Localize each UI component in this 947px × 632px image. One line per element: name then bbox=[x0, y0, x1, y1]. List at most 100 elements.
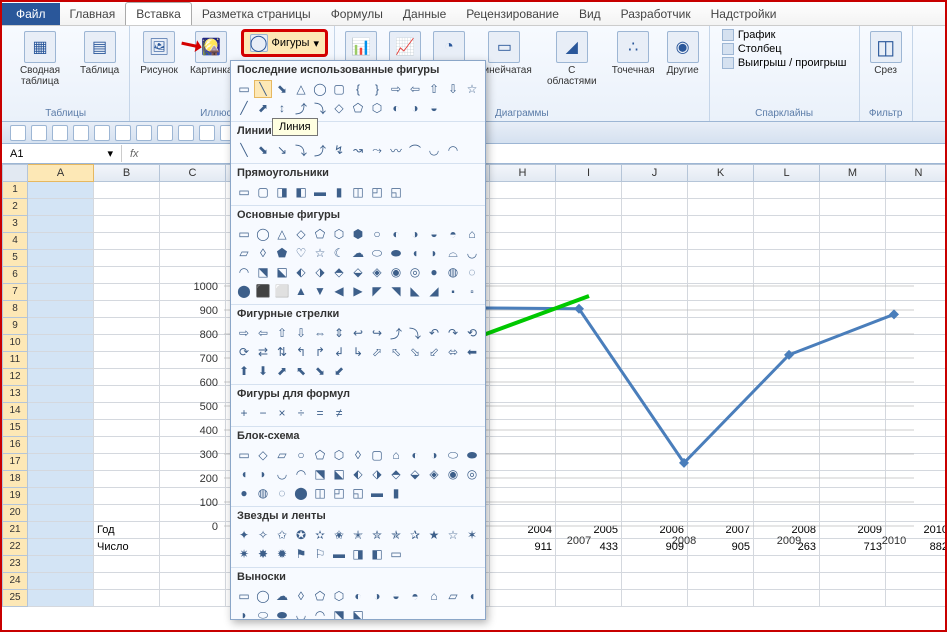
shape-option[interactable]: − bbox=[254, 404, 272, 422]
shape-option[interactable]: ◡ bbox=[425, 141, 443, 159]
cell-C5[interactable] bbox=[160, 250, 226, 267]
cell-B25[interactable] bbox=[94, 590, 160, 607]
column-header-B[interactable]: B bbox=[94, 164, 160, 182]
shape-option[interactable]: ≠ bbox=[330, 404, 348, 422]
shape-option[interactable]: ▼ bbox=[311, 282, 329, 300]
shapes-dropdown[interactable]: Последние использованные фигуры▭╲⬊△◯▢{}⇨… bbox=[230, 60, 486, 620]
row-header-3[interactable]: 3 bbox=[2, 216, 28, 233]
cell-N3[interactable] bbox=[886, 216, 945, 233]
qat-icon[interactable] bbox=[178, 125, 194, 141]
cell-A15[interactable] bbox=[28, 420, 94, 437]
shape-option[interactable]: ◗ bbox=[425, 244, 443, 262]
shape-option[interactable]: ⚐ bbox=[311, 545, 329, 563]
cell-B24[interactable] bbox=[94, 573, 160, 590]
shape-option[interactable]: ⬘ bbox=[387, 465, 405, 483]
shape-option[interactable]: ◑ bbox=[425, 446, 443, 464]
cell-L5[interactable] bbox=[754, 250, 820, 267]
qat-icon[interactable] bbox=[73, 125, 89, 141]
shape-option[interactable]: ◓ bbox=[406, 587, 424, 605]
row-header-8[interactable]: 8 bbox=[2, 301, 28, 318]
shape-option[interactable]: ⬡ bbox=[368, 99, 386, 117]
shape-option[interactable]: ☆ bbox=[463, 80, 481, 98]
shape-option[interactable]: ▮ bbox=[387, 484, 405, 502]
row-header-22[interactable]: 22 bbox=[2, 539, 28, 556]
shape-option[interactable]: ⬛ bbox=[254, 282, 272, 300]
shape-option[interactable]: ⬋ bbox=[330, 362, 348, 380]
cell-B9[interactable] bbox=[94, 318, 160, 335]
shape-option[interactable]: ⬈ bbox=[273, 362, 291, 380]
shape-option[interactable]: ◰ bbox=[368, 183, 386, 201]
shape-option[interactable]: ⬗ bbox=[311, 263, 329, 281]
shape-option[interactable]: ◨ bbox=[273, 183, 291, 201]
shape-option[interactable]: ◇ bbox=[292, 225, 310, 243]
shape-option[interactable]: ⬊ bbox=[273, 80, 291, 98]
cell-B2[interactable] bbox=[94, 199, 160, 216]
shape-option[interactable]: ⬘ bbox=[330, 263, 348, 281]
cell-B21[interactable]: Год bbox=[94, 522, 160, 539]
cell-M3[interactable] bbox=[820, 216, 886, 233]
shapes-button[interactable]: ◯ Фигуры ▾ bbox=[241, 29, 328, 57]
qat-icon[interactable] bbox=[52, 125, 68, 141]
shape-option[interactable]: ◱ bbox=[349, 484, 367, 502]
cell-B20[interactable] bbox=[94, 505, 160, 522]
shape-option[interactable]: ◤ bbox=[368, 282, 386, 300]
row-header-19[interactable]: 19 bbox=[2, 488, 28, 505]
shape-option[interactable]: ✹ bbox=[273, 545, 291, 563]
shape-option[interactable]: ✮ bbox=[368, 526, 386, 544]
cell-J2[interactable] bbox=[622, 199, 688, 216]
shape-option[interactable]: ⬙ bbox=[406, 465, 424, 483]
shape-option[interactable]: ▱ bbox=[235, 244, 253, 262]
cell-A9[interactable] bbox=[28, 318, 94, 335]
shape-option[interactable]: ⤵ bbox=[406, 324, 424, 342]
shape-option[interactable]: ↪ bbox=[368, 324, 386, 342]
shape-option[interactable]: ▭ bbox=[235, 225, 253, 243]
cell-L3[interactable] bbox=[754, 216, 820, 233]
shape-option[interactable]: ◉ bbox=[387, 263, 405, 281]
cell-A19[interactable] bbox=[28, 488, 94, 505]
cell-K5[interactable] bbox=[688, 250, 754, 267]
column-header-I[interactable]: I bbox=[556, 164, 622, 182]
row-header-12[interactable]: 12 bbox=[2, 369, 28, 386]
shape-option[interactable]: ⬀ bbox=[368, 343, 386, 361]
cell-K4[interactable] bbox=[688, 233, 754, 250]
cell-A17[interactable] bbox=[28, 454, 94, 471]
qat-icon[interactable] bbox=[115, 125, 131, 141]
shape-option[interactable]: ⤴ bbox=[292, 99, 310, 117]
qat-icon[interactable] bbox=[94, 125, 110, 141]
shape-option[interactable]: ● bbox=[425, 263, 443, 281]
shape-option[interactable]: = bbox=[311, 404, 329, 422]
shape-option[interactable]: ✧ bbox=[254, 526, 272, 544]
cell-B11[interactable] bbox=[94, 352, 160, 369]
fx-icon[interactable]: fx bbox=[122, 148, 147, 160]
tab-addins[interactable]: Надстройки bbox=[701, 3, 787, 25]
shape-option[interactable]: ◌ bbox=[463, 263, 481, 281]
shape-option[interactable]: ◌ bbox=[273, 484, 291, 502]
cell-H4[interactable] bbox=[490, 233, 556, 250]
shape-option[interactable]: ⇦ bbox=[254, 324, 272, 342]
cell-L25[interactable] bbox=[754, 590, 820, 607]
shape-option[interactable]: ⬠ bbox=[349, 99, 367, 117]
cell-A18[interactable] bbox=[28, 471, 94, 488]
cell-C2[interactable] bbox=[160, 199, 226, 216]
picture-button[interactable]: 🖼 Рисунок bbox=[136, 29, 182, 78]
shape-option[interactable]: ⟲ bbox=[463, 324, 481, 342]
shape-option[interactable]: ⤵ bbox=[292, 141, 310, 159]
shape-option[interactable]: ⬢ bbox=[349, 225, 367, 243]
cell-I25[interactable] bbox=[556, 590, 622, 607]
shape-option[interactable]: ⬝ bbox=[444, 282, 462, 300]
shape-option[interactable]: ◈ bbox=[425, 465, 443, 483]
cell-K1[interactable] bbox=[688, 182, 754, 199]
qat-icon[interactable] bbox=[157, 125, 173, 141]
shape-option[interactable]: ⌂ bbox=[387, 446, 405, 464]
slicer-button[interactable]: ◫ Срез bbox=[866, 29, 906, 78]
cell-B5[interactable] bbox=[94, 250, 160, 267]
shape-option[interactable]: ▭ bbox=[235, 587, 253, 605]
cell-B16[interactable] bbox=[94, 437, 160, 454]
shape-option[interactable]: ◐ bbox=[406, 446, 424, 464]
shape-option[interactable]: ▱ bbox=[273, 446, 291, 464]
shape-option[interactable]: ↩ bbox=[349, 324, 367, 342]
cell-M25[interactable] bbox=[820, 590, 886, 607]
shape-option[interactable]: ⬂ bbox=[406, 343, 424, 361]
shape-option[interactable]: ◒ bbox=[425, 99, 443, 117]
row-header-10[interactable]: 10 bbox=[2, 335, 28, 352]
